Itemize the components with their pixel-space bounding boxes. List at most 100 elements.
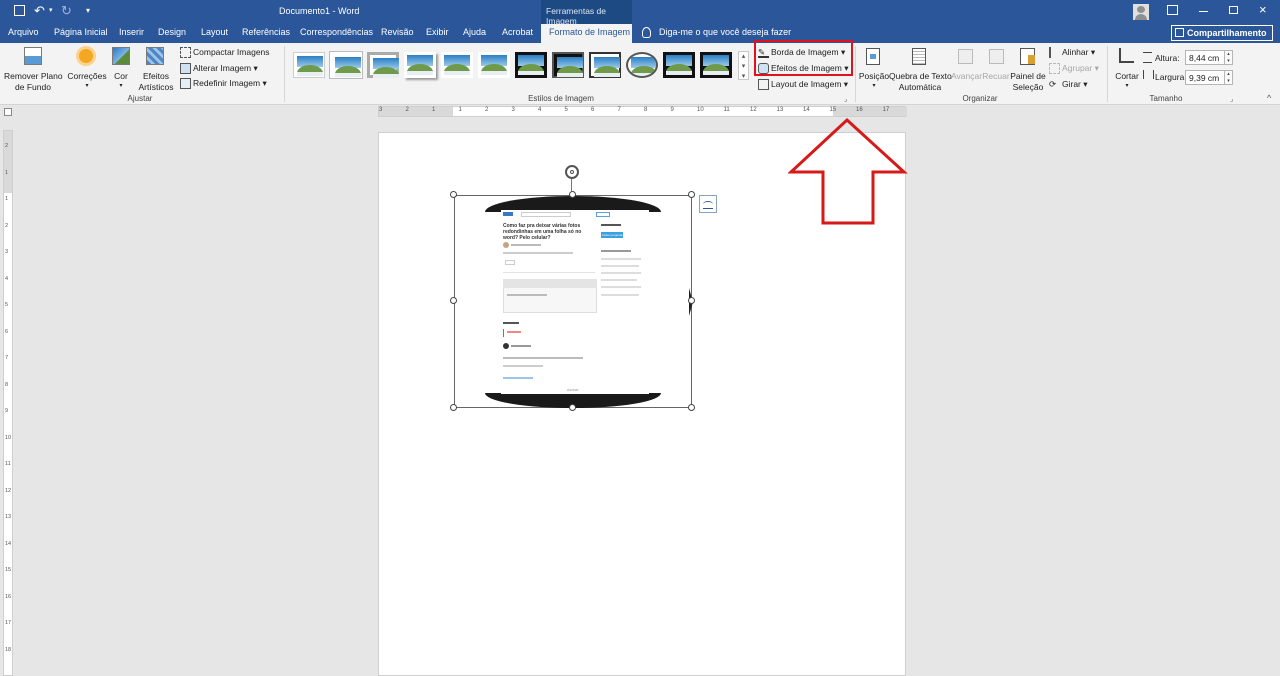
ruler-tick-label: 7 <box>5 355 9 361</box>
tab-correspondencias[interactable]: Correspondências <box>300 27 373 37</box>
ribbon-display-icon[interactable] <box>1167 5 1178 15</box>
ruler-tick-label: 2 <box>5 143 9 149</box>
chevron-down-icon: ▾ <box>1125 83 1129 89</box>
picture-style-10[interactable] <box>626 52 658 78</box>
tab-design[interactable]: Design <box>158 27 186 37</box>
ruler-tick-label: 7 <box>617 107 621 113</box>
ruler-tick-label: 18 <box>5 646 12 653</box>
undo-dropdown-icon[interactable]: ▾ <box>49 6 53 14</box>
rotate-label: Girar <box>1062 79 1081 89</box>
height-icon <box>1143 52 1152 63</box>
remove-background-label-2: de Fundo <box>15 82 51 92</box>
picture-style-9[interactable] <box>589 52 621 78</box>
picture-style-6[interactable] <box>478 52 510 78</box>
tell-me-search[interactable]: Diga-me o que você deseja fazer <box>659 27 791 37</box>
dialog-launcher-icon[interactable]: ⌟ <box>1230 95 1233 103</box>
change-picture-button[interactable]: Alterar Imagem ▾ <box>180 63 258 75</box>
selected-picture[interactable]: Como faz pra deixar várias fotos redondi… <box>454 195 693 408</box>
align-button[interactable]: Alinhar ▾ <box>1049 47 1095 59</box>
compress-pictures-button[interactable]: Compactar Imagens <box>180 47 270 59</box>
redo-icon[interactable]: ↻ <box>61 3 72 19</box>
bring-forward-label: Avançar <box>951 71 983 81</box>
tab-acrobat[interactable]: Acrobat <box>502 27 533 37</box>
reset-picture-button[interactable]: Redefinir Imagem ▾ <box>180 78 267 90</box>
remove-background-button[interactable]: Remover Plano de Fundo <box>4 45 63 92</box>
resize-handle-right[interactable] <box>688 297 695 304</box>
picture-style-5[interactable] <box>441 52 473 78</box>
picture-style-11[interactable] <box>663 52 695 78</box>
ruler-tick-label: 2 <box>405 107 409 113</box>
group-objects-button[interactable]: Agrupar ▾ <box>1049 63 1099 75</box>
tab-inserir[interactable]: Inserir <box>119 27 144 37</box>
picture-style-7[interactable] <box>515 52 547 78</box>
picture-style-12[interactable] <box>700 52 732 78</box>
share-button[interactable]: Compartilhamento <box>1171 25 1273 41</box>
bring-forward-button[interactable]: Avançar <box>951 45 983 91</box>
align-icon <box>1049 47 1060 59</box>
ruler-tick-label: 2 <box>485 107 489 113</box>
width-spinner[interactable]: ▴ ▾ <box>1224 70 1233 85</box>
user-icon[interactable] <box>1133 4 1149 20</box>
tab-referencias[interactable]: Referências <box>242 27 290 37</box>
tab-selector-icon[interactable] <box>4 108 12 116</box>
vertical-ruler[interactable]: 2 1 1 2 3 4 5 6 7 8 9 10 11 12 13 14 15 16 17 18 <box>3 130 13 676</box>
reset-picture-icon <box>180 78 191 90</box>
wrap-text-button[interactable]: Quebra de Texto Automática <box>889 45 952 92</box>
customize-qat-icon[interactable]: ▾ <box>86 6 90 15</box>
artistic-effects-button[interactable]: Efeitos Artísticos <box>134 45 178 92</box>
picture-style-8[interactable] <box>552 52 584 78</box>
rotate-handle-icon[interactable] <box>565 165 579 179</box>
position-button[interactable]: Posição ▾ <box>858 45 890 91</box>
color-button[interactable]: Cor ▾ <box>110 45 132 91</box>
color-label: Cor <box>114 71 128 81</box>
ruler-tick-label: 1 <box>5 196 9 202</box>
resize-handle-top[interactable] <box>569 191 576 198</box>
bring-forward-icon <box>958 49 973 64</box>
minimize-icon[interactable] <box>1199 11 1208 12</box>
resize-handle-left[interactable] <box>450 297 457 304</box>
ribbon-panel: Remover Plano de Fundo Correções ▾ Cor ▾… <box>0 40 1280 105</box>
tab-revisao[interactable]: Revisão <box>381 27 414 37</box>
picture-style-4[interactable] <box>404 52 436 78</box>
tab-exibir[interactable]: Exibir <box>426 27 449 37</box>
undo-icon[interactable]: ↶ <box>34 3 45 19</box>
resize-handle-top-right[interactable] <box>688 191 695 198</box>
picture-style-2[interactable] <box>330 52 362 78</box>
layout-options-button[interactable] <box>699 195 717 213</box>
dialog-launcher-icon[interactable]: ⌟ <box>844 95 847 103</box>
group-label-organizar: Organizar <box>962 94 998 103</box>
ruler-tick-label: 6 <box>5 328 9 335</box>
resize-handle-bottom-left[interactable] <box>450 404 457 411</box>
group-label: Agrupar <box>1062 63 1093 73</box>
corrections-button[interactable]: Correções ▾ <box>67 45 107 91</box>
selection-pane-button[interactable]: Painel de Seleção <box>1010 45 1046 92</box>
picture-style-3[interactable] <box>367 52 399 78</box>
close-icon[interactable]: × <box>1259 2 1267 17</box>
change-picture-icon <box>180 63 191 75</box>
tab-arquivo[interactable]: Arquivo <box>8 27 39 37</box>
resize-handle-bottom[interactable] <box>569 404 576 411</box>
picture-layout-button[interactable]: Layout de Imagem ▾ <box>758 79 848 91</box>
title-bar: ↶ ▾ ↻ ▾ Documento1 - Word Ferramentas de… <box>0 0 1280 26</box>
save-icon[interactable] <box>14 5 25 16</box>
width-icon <box>1143 70 1154 79</box>
rotate-button[interactable]: ⟳ Girar ▾ <box>1049 79 1088 90</box>
selection-pane-icon <box>1020 48 1035 65</box>
send-backward-button[interactable]: Recuar <box>982 45 1010 91</box>
tab-formato-de-imagem[interactable]: Formato de Imagem <box>541 24 632 43</box>
picture-style-1[interactable] <box>293 52 325 78</box>
group-divider <box>1107 46 1108 102</box>
horizontal-ruler[interactable]: 3 2 1 1 2 3 4 5 6 7 8 9 10 11 12 13 14 15 16 17 <box>378 106 907 117</box>
crop-button[interactable]: Cortar ▾ <box>1112 45 1142 91</box>
tab-pagina-inicial[interactable]: Página Inicial <box>54 27 108 37</box>
height-spinner[interactable]: ▴ ▾ <box>1224 50 1233 65</box>
styles-gallery-scroll[interactable]: ▴ ▾ ▾ <box>738 51 749 80</box>
resize-handle-bottom-right[interactable] <box>688 404 695 411</box>
collapse-ribbon-icon[interactable]: ^ <box>1267 93 1271 103</box>
tab-layout[interactable]: Layout <box>201 27 228 37</box>
color-icon <box>112 47 130 65</box>
resize-handle-top-left[interactable] <box>450 191 457 198</box>
picture-layout-label: Layout de Imagem <box>771 79 842 89</box>
tab-ajuda[interactable]: Ajuda <box>463 27 486 37</box>
maximize-icon[interactable] <box>1229 6 1238 14</box>
